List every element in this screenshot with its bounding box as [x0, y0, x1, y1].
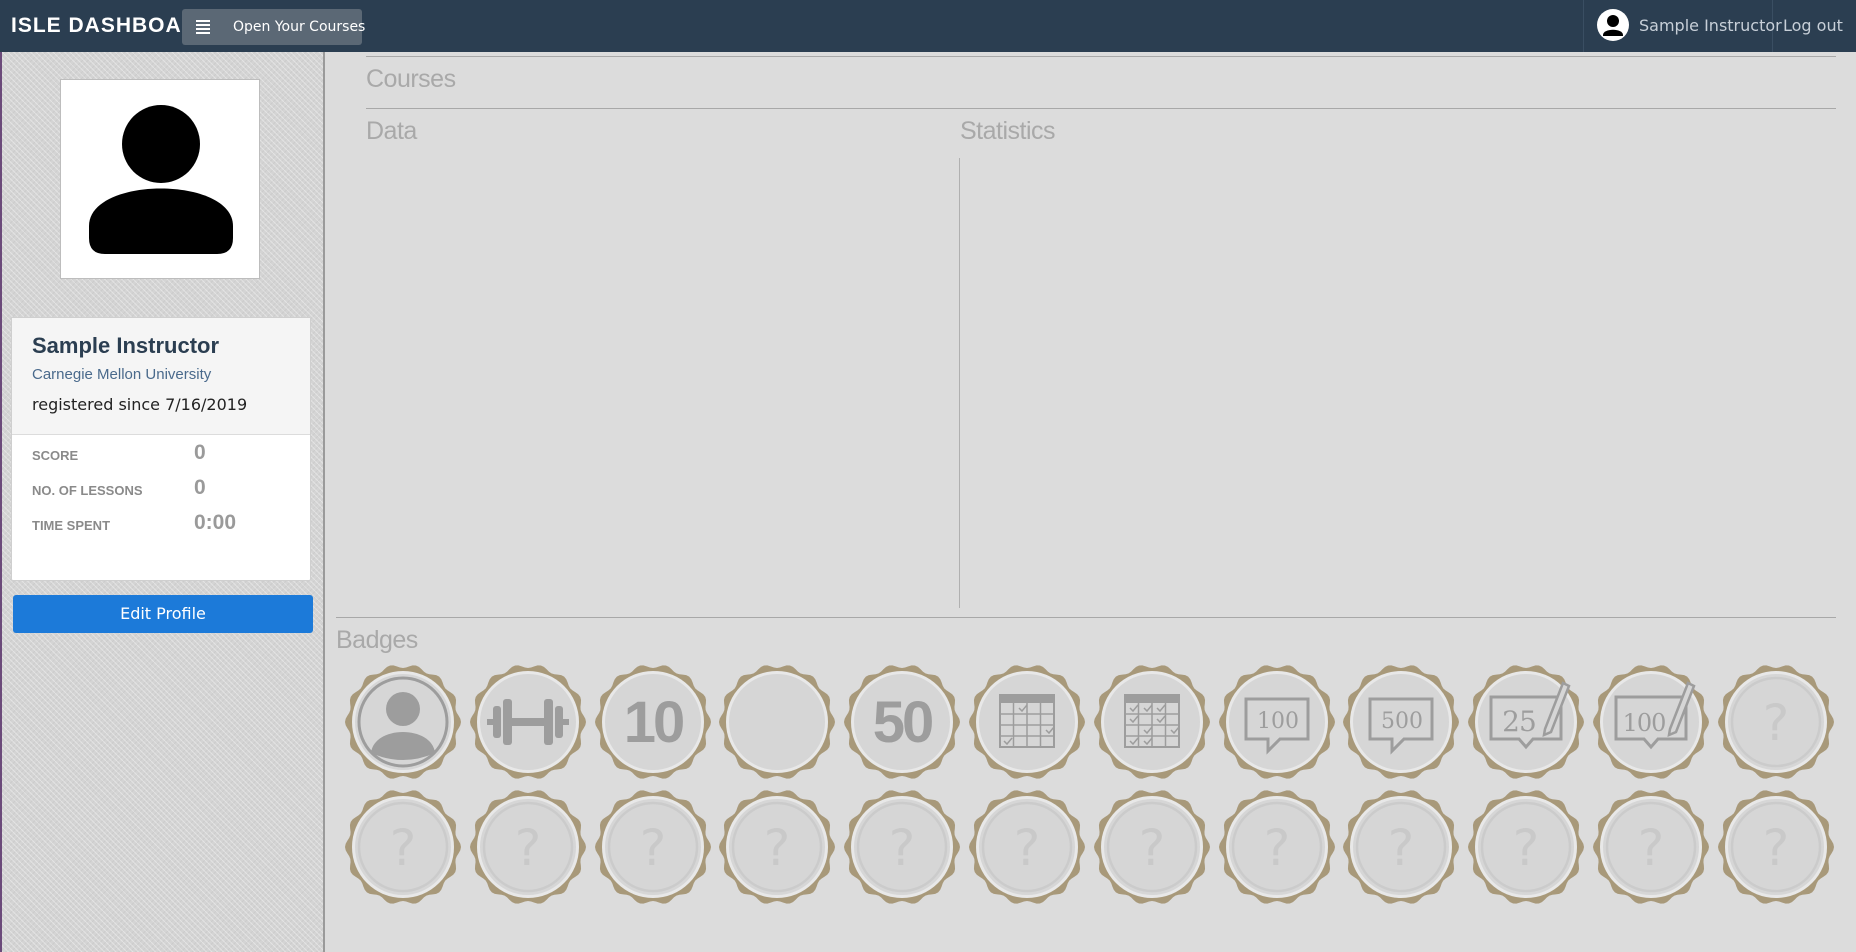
svg-text:?: ? — [1139, 819, 1166, 877]
svg-text:10: 10 — [623, 690, 682, 755]
time-spent-value: 0:00 — [194, 511, 237, 534]
profile-card-header: Sample Instructor Carnegie Mellon Univer… — [12, 318, 310, 435]
badge-graphic: ? — [1717, 665, 1834, 779]
locked-badge-icon[interactable]: ? — [843, 788, 961, 906]
svg-text:?: ? — [1763, 819, 1790, 877]
badge-graphic: ? — [844, 790, 961, 904]
profile-card: Sample Instructor Carnegie Mellon Univer… — [11, 317, 311, 581]
open-courses-button[interactable]: Open Your Courses — [182, 9, 366, 45]
locked-badge-icon[interactable]: ? — [718, 788, 836, 906]
lessons-label: NO. OF LESSONS — [32, 483, 143, 498]
statistics-separator — [959, 158, 960, 608]
svg-text:?: ? — [1388, 819, 1415, 877]
svg-text:100: 100 — [1257, 709, 1299, 734]
lessons-value: 0 — [194, 476, 206, 499]
svg-text:?: ? — [764, 819, 791, 877]
badge-graphic — [345, 665, 461, 779]
menu-icon — [196, 20, 210, 34]
calendar-badge-icon[interactable] — [968, 663, 1086, 781]
svg-text:?: ? — [390, 819, 417, 877]
logout-link[interactable]: Log out — [1783, 17, 1843, 35]
badges-heading: Badges — [336, 626, 418, 654]
badge-graphic: ? — [719, 790, 836, 904]
ten-badge-icon[interactable]: 10 — [594, 663, 712, 781]
hundred-comments-badge-icon[interactable]: 100 — [1218, 663, 1336, 781]
twenty-five-badge-icon[interactable] — [718, 663, 836, 781]
statistics-heading: Statistics — [960, 117, 1056, 145]
user-menu[interactable]: Sample Instructor — [1583, 0, 1782, 52]
courses-divider — [366, 56, 1836, 57]
twenty-five-edits-badge-icon[interactable]: 25 — [1467, 663, 1585, 781]
data-divider — [366, 108, 1836, 109]
svg-text:?: ? — [1638, 819, 1665, 877]
badges-divider — [336, 617, 1836, 618]
badge-graphic: 10 — [594, 665, 711, 779]
badge-graphic: 50 — [844, 665, 961, 779]
fifty-badge-icon[interactable]: 50 — [843, 663, 961, 781]
locked-badge-icon[interactable]: ? — [1592, 788, 1710, 906]
locked-badge-icon[interactable]: ? — [469, 788, 587, 906]
svg-text:?: ? — [639, 819, 666, 877]
locked-badge-icon[interactable]: ? — [1717, 663, 1835, 781]
time-spent-label: TIME SPENT — [32, 518, 111, 533]
svg-text:?: ? — [515, 819, 542, 877]
locked-badge-icon[interactable]: ? — [968, 788, 1086, 906]
score-label: SCORE — [32, 448, 79, 463]
badge-graphic: ? — [1468, 790, 1585, 904]
svg-text:25: 25 — [1502, 705, 1536, 738]
data-heading: Data — [366, 117, 417, 145]
badge-graphic: 500 — [1343, 665, 1460, 779]
badge-graphic — [719, 665, 836, 779]
locked-badge-icon[interactable]: ? — [594, 788, 712, 906]
badge-graphic: ? — [1218, 790, 1335, 904]
badge-graphic: ? — [1717, 790, 1834, 904]
locked-badge-icon[interactable]: ? — [1717, 788, 1835, 906]
user-name: Sample Instructor — [1639, 16, 1782, 35]
courses-heading: Courses — [366, 65, 456, 93]
badge-graphic — [969, 665, 1085, 779]
locked-badge-icon[interactable]: ? — [344, 788, 462, 906]
locked-badge-icon[interactable]: ? — [1218, 788, 1336, 906]
badge-graphic: ? — [969, 790, 1085, 904]
profile-sidebar: Sample Instructor Carnegie Mellon Univer… — [0, 52, 325, 952]
svg-text:50: 50 — [873, 690, 932, 755]
profile-picture[interactable] — [60, 79, 260, 279]
svg-text:?: ? — [1014, 819, 1041, 877]
profile-name: Sample Instructor — [32, 333, 220, 358]
badge-graphic: 100 — [1593, 665, 1709, 779]
badge-graphic: 100 — [1218, 665, 1335, 779]
svg-text:?: ? — [1513, 819, 1540, 877]
svg-text:100: 100 — [1623, 709, 1666, 737]
locked-badge-icon[interactable]: ? — [1093, 788, 1211, 906]
svg-text:500: 500 — [1381, 709, 1423, 734]
badge-graphic: ? — [469, 790, 586, 904]
edit-profile-button[interactable]: Edit Profile — [13, 595, 313, 633]
svg-text:?: ? — [1763, 694, 1790, 752]
user-silhouette-icon — [89, 105, 233, 254]
calendar-grid-badge-icon[interactable] — [1093, 663, 1211, 781]
profile-registered-date: registered since 7/16/2019 — [32, 395, 248, 414]
badge-graphic: ? — [1593, 790, 1709, 904]
open-courses-label: Open Your Courses — [233, 19, 366, 35]
badge-graphic: ? — [1093, 790, 1210, 904]
svg-text:?: ? — [889, 819, 916, 877]
profile-badge-icon[interactable] — [344, 663, 462, 781]
user-avatar-icon — [1597, 9, 1629, 41]
locked-badge-icon[interactable]: ? — [1467, 788, 1585, 906]
top-navbar: ISLE DASHBOARD Open Your Courses Sample … — [0, 0, 1856, 52]
badge-graphic — [1093, 665, 1210, 779]
badge-graphic — [469, 665, 586, 779]
badge-graphic: ? — [594, 790, 711, 904]
badge-graphic: ? — [345, 790, 461, 904]
badge-graphic: 25 — [1468, 665, 1585, 779]
five-hundred-comments-badge-icon[interactable]: 500 — [1342, 663, 1460, 781]
badge-graphic: ? — [1343, 790, 1460, 904]
svg-text:?: ? — [1263, 819, 1290, 877]
score-value: 0 — [194, 441, 206, 464]
hundred-edits-badge-icon[interactable]: 100 — [1592, 663, 1710, 781]
profile-organization: Carnegie Mellon University — [32, 366, 212, 383]
dumbbell-badge-icon[interactable] — [469, 663, 587, 781]
locked-badge-icon[interactable]: ? — [1342, 788, 1460, 906]
